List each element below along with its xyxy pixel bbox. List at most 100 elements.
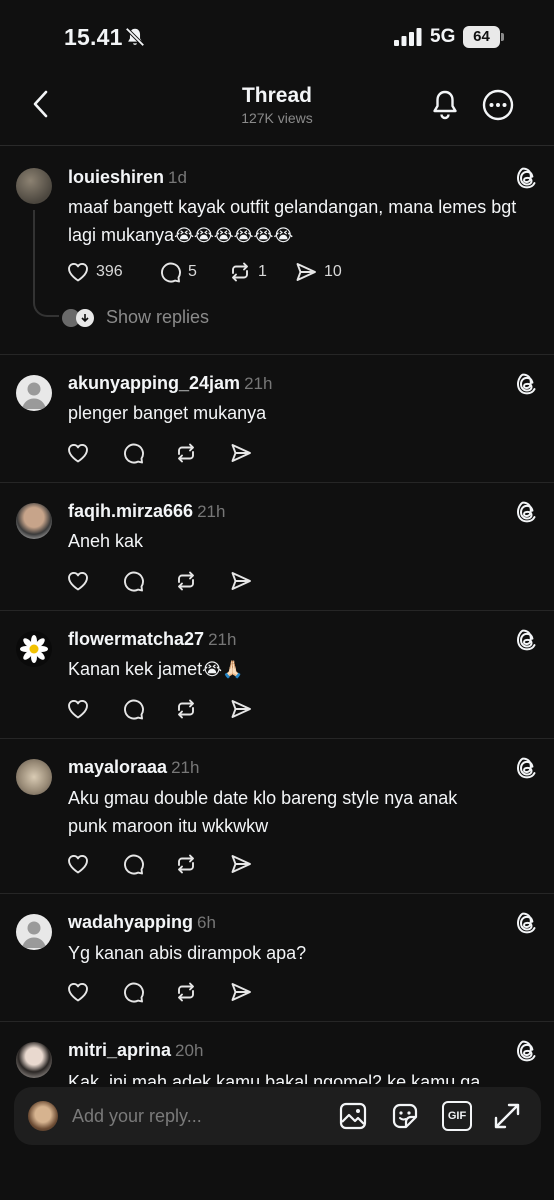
- send-icon: [229, 980, 253, 1004]
- threads-logo-icon[interactable]: [514, 627, 540, 653]
- share-button[interactable]: [229, 851, 253, 877]
- repost-button[interactable]: 1: [228, 259, 267, 285]
- reply-button[interactable]: [121, 979, 145, 1005]
- sticker-icon[interactable]: [390, 1101, 420, 1131]
- username[interactable]: flowermatcha27: [68, 629, 204, 649]
- signal-icon: [394, 28, 422, 46]
- image-icon[interactable]: [338, 1101, 368, 1131]
- timestamp: 21h: [244, 374, 273, 393]
- comment: flowermatcha27 21h Kanan kek jamet😭🙏🏻: [0, 611, 554, 739]
- repost-button[interactable]: [174, 979, 198, 1005]
- avatar[interactable]: [16, 914, 52, 950]
- repost-button[interactable]: [174, 851, 198, 877]
- like-button[interactable]: 396: [66, 259, 123, 285]
- comment-icon: [121, 852, 145, 876]
- threads-logo-icon[interactable]: [514, 910, 540, 936]
- comment-header: flowermatcha27 21h: [68, 629, 236, 650]
- comment-header: mayaloraaa 21h: [68, 757, 199, 778]
- username[interactable]: akunyapping_24jam: [68, 373, 240, 393]
- repost-icon: [174, 441, 198, 465]
- share-button[interactable]: 10: [294, 259, 342, 285]
- like-button[interactable]: [66, 979, 90, 1005]
- comment-icon: [121, 980, 145, 1004]
- status-bar: 15.41 5G 64: [0, 0, 554, 78]
- comment-icon: [121, 697, 145, 721]
- bell-icon[interactable]: [429, 88, 461, 120]
- username[interactable]: faqih.mirza666: [68, 501, 193, 521]
- username[interactable]: louieshiren: [68, 167, 164, 187]
- comment: louieshiren 1d maaf bangett kayak outfit …: [0, 147, 554, 355]
- comment-text: Kanan kek jamet😭🙏🏻: [68, 659, 244, 679]
- like-button[interactable]: [66, 568, 90, 594]
- avatar[interactable]: [16, 375, 52, 411]
- like-button[interactable]: [66, 440, 90, 466]
- comment-icon: [121, 441, 145, 465]
- thread-header: Thread 127K views: [0, 78, 554, 146]
- username[interactable]: mitri_aprina: [68, 1040, 171, 1060]
- comment-text: Kak, ini mah adek kamu bakal ngomel2 ke …: [68, 1072, 481, 1084]
- battery-icon: 64: [463, 26, 505, 48]
- like-button[interactable]: [66, 851, 90, 877]
- reply-button[interactable]: [121, 696, 145, 722]
- username[interactable]: mayaloraaa: [68, 757, 167, 777]
- comment-header: louieshiren 1d: [68, 167, 187, 188]
- threads-logo-icon[interactable]: [514, 1038, 540, 1064]
- heart-icon: [66, 697, 90, 721]
- reply-button[interactable]: [121, 440, 145, 466]
- page-title: Thread: [241, 84, 312, 107]
- bell-off-icon: [125, 27, 145, 47]
- reply-button[interactable]: 5: [158, 259, 197, 285]
- comment-text: plenger banget mukanya: [68, 403, 267, 423]
- comment: mayaloraaa 21h Aku gmau double date klo b…: [0, 739, 554, 894]
- avatar[interactable]: [16, 503, 52, 539]
- timestamp: 21h: [171, 758, 200, 777]
- gif-button[interactable]: GIF: [442, 1101, 472, 1131]
- like-button[interactable]: [66, 696, 90, 722]
- avatar[interactable]: [16, 759, 52, 795]
- show-replies-button[interactable]: Show replies: [62, 307, 209, 328]
- comment: akunyapping_24jam 21h plenger banget muka…: [0, 355, 554, 483]
- repost-icon: [174, 852, 198, 876]
- username[interactable]: wadahyapping: [68, 912, 193, 932]
- share-button[interactable]: [229, 568, 253, 594]
- comment-header: mitri_aprina 20h: [68, 1040, 203, 1061]
- share-button[interactable]: [229, 696, 253, 722]
- reply-bar: GIF: [14, 1087, 541, 1145]
- share-button[interactable]: [229, 979, 253, 1005]
- repost-button[interactable]: [174, 696, 198, 722]
- repost-button[interactable]: [174, 440, 198, 466]
- timestamp: 6h: [197, 913, 216, 932]
- battery-level: 64: [463, 26, 500, 48]
- send-icon: [229, 697, 253, 721]
- threads-logo-icon[interactable]: [514, 755, 540, 781]
- comment-header: wadahyapping 6h: [68, 912, 216, 933]
- timestamp: 21h: [197, 502, 226, 521]
- comment-icon: [121, 569, 145, 593]
- comment-icon: [158, 260, 182, 284]
- avatar[interactable]: [16, 631, 52, 667]
- avatar[interactable]: [16, 1042, 52, 1078]
- expand-icon[interactable]: [492, 1101, 522, 1131]
- comment-header: faqih.mirza666 21h: [68, 501, 225, 522]
- send-icon: [294, 260, 318, 284]
- comment: wadahyapping 6h Yg kanan abis dirampok ap…: [0, 894, 554, 1022]
- reply-input[interactable]: [72, 1101, 322, 1131]
- network-type: 5G: [430, 26, 456, 47]
- comment-text: Aneh kak: [68, 531, 144, 551]
- heart-icon: [66, 441, 90, 465]
- status-time: 15.41: [64, 24, 123, 50]
- send-icon: [229, 852, 253, 876]
- reply-button[interactable]: [121, 851, 145, 877]
- arrow-down-icon: [76, 308, 94, 327]
- avatar[interactable]: [16, 168, 52, 204]
- more-options-icon[interactable]: [481, 88, 515, 122]
- emoji: 😭🙏🏻: [202, 660, 244, 679]
- reply-button[interactable]: [121, 568, 145, 594]
- repost-button[interactable]: [174, 568, 198, 594]
- threads-logo-icon[interactable]: [514, 371, 540, 397]
- threads-logo-icon[interactable]: [514, 165, 540, 191]
- heart-icon: [66, 569, 90, 593]
- share-button[interactable]: [229, 440, 253, 466]
- comment-text: maaf bangett kayak outfit gelandangan, m…: [68, 197, 517, 245]
- threads-logo-icon[interactable]: [514, 499, 540, 525]
